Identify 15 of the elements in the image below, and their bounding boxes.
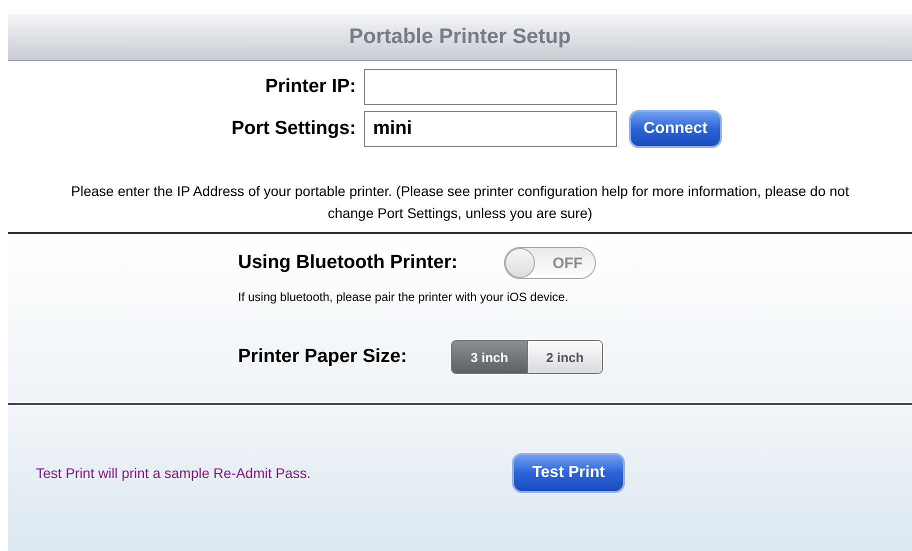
bluetooth-hint: If using bluetooth, please pair the printer with your iOS device.: [238, 290, 570, 304]
help-text: Please enter the IP Address of your portable printer. (Please see printer configuration help for more information, please do not change Port Settings, unless you are sure): [70, 182, 850, 223]
bluetooth-label: Using Bluetooth Printer:: [238, 252, 458, 274]
paper-size-option[interactable]: 3 inch: [452, 341, 527, 373]
field-label: Printer IP:: [264, 76, 357, 98]
test-print-button[interactable]: Test Print: [512, 453, 625, 493]
field-label: Port Settings:: [230, 118, 357, 140]
test-print-note: Test Print will print a sample Re-Admit Pass.: [36, 465, 312, 481]
paper-size-label: Printer Paper Size:: [238, 346, 407, 368]
bluetooth-toggle[interactable]: OFF: [504, 247, 596, 279]
text-input[interactable]: [364, 69, 617, 105]
screen-title: Portable Printer Setup: [349, 25, 571, 49]
paper-size-option[interactable]: 2 inch: [526, 341, 602, 373]
connect-button[interactable]: Connect: [629, 110, 722, 148]
text-input[interactable]: mini: [364, 111, 617, 147]
